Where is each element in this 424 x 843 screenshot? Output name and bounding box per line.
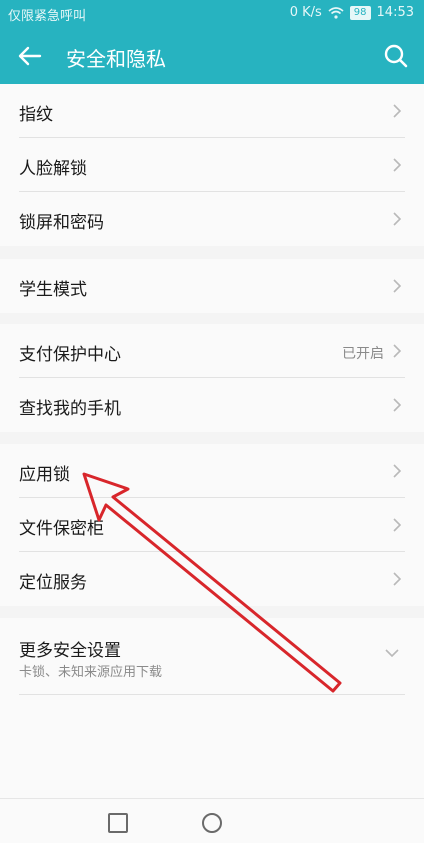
chevron-right-icon: [393, 158, 402, 172]
chevron-right-icon: [393, 104, 402, 118]
carrier-text: 仅限紧急呼叫: [8, 9, 87, 24]
more-settings-label: 更多安全设置: [19, 641, 121, 661]
more-security-settings: 更多安全设置 卡锁、未知来源应用下载: [0, 618, 424, 798]
settings-item-app-lock[interactable]: 应用锁: [0, 444, 424, 498]
settings-item-payment-protection[interactable]: 支付保护中心 已开启: [0, 324, 424, 378]
recent-apps-icon[interactable]: [108, 813, 128, 833]
settings-item-label: 查找我的手机: [19, 399, 121, 419]
settings-item-label: 指纹: [19, 105, 53, 125]
more-settings-row[interactable]: 更多安全设置 卡锁、未知来源应用下载: [0, 618, 424, 694]
settings-item-fingerprint[interactable]: 指纹: [0, 84, 424, 138]
page-title: 安全和隐私: [66, 47, 166, 71]
battery-indicator: 98: [349, 5, 371, 20]
settings-item-label: 应用锁: [19, 465, 70, 485]
home-icon[interactable]: [202, 813, 222, 833]
navigation-bar: [0, 798, 424, 843]
settings-item-file-safe[interactable]: 文件保密柜: [0, 498, 424, 552]
chevron-right-icon: [393, 344, 402, 358]
settings-item-face-unlock[interactable]: 人脸解锁: [0, 138, 424, 192]
settings-group-apps: 应用锁 文件保密柜 定位服务: [0, 444, 424, 606]
search-icon[interactable]: [382, 42, 410, 70]
status-bar: 仅限紧急呼叫 0 K/s 98 14:53: [0, 0, 424, 28]
chevron-right-icon: [393, 572, 402, 586]
settings-group-student: 学生模式: [0, 259, 424, 313]
chevron-right-icon: [393, 398, 402, 412]
divider: [19, 694, 405, 695]
network-speed: 0 K/s: [289, 5, 322, 20]
status-right: 0 K/s 98 14:53: [290, 5, 414, 20]
status-value: 已开启: [342, 346, 384, 362]
settings-item-label: 定位服务: [19, 573, 87, 593]
chevron-right-icon: [393, 279, 402, 293]
settings-item-location-service[interactable]: 定位服务: [0, 552, 424, 606]
chevron-right-icon: [393, 518, 402, 532]
settings-group-security: 指纹 人脸解锁 锁屏和密码: [0, 84, 424, 246]
settings-item-lock-screen[interactable]: 锁屏和密码: [0, 192, 424, 246]
more-settings-subtitle: 卡锁、未知来源应用下载: [19, 665, 163, 680]
settings-item-label: 锁屏和密码: [19, 213, 104, 233]
chevron-right-icon: [393, 464, 402, 478]
chevron-down-icon: [385, 649, 399, 658]
settings-item-student-mode[interactable]: 学生模式: [0, 259, 424, 313]
settings-item-find-my-phone[interactable]: 查找我的手机: [0, 378, 424, 432]
wifi-icon: [328, 6, 344, 19]
settings-item-label: 学生模式: [19, 280, 87, 300]
clock: 14:53: [376, 5, 414, 20]
app-bar: 安全和隐私: [0, 28, 424, 84]
settings-item-label: 文件保密柜: [19, 519, 104, 539]
settings-group-payment: 支付保护中心 已开启 查找我的手机: [0, 324, 424, 432]
chevron-right-icon: [393, 212, 402, 226]
settings-item-label: 支付保护中心: [19, 345, 121, 365]
settings-item-label: 人脸解锁: [19, 159, 87, 179]
arrow-left-icon[interactable]: [16, 42, 44, 70]
